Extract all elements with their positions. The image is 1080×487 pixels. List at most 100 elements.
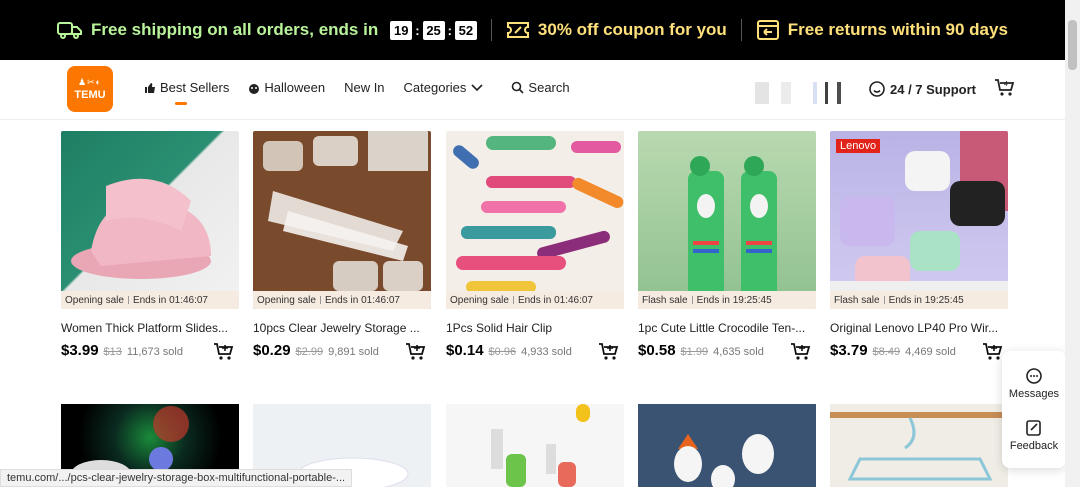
product-image[interactable]: Opening sale Ends in 01:46:07 (446, 131, 624, 309)
feedback-label: Feedback (1009, 440, 1059, 453)
add-to-cart-icon[interactable] (213, 342, 235, 362)
brand-badge: Lenovo (836, 139, 881, 153)
scrollbar-thumb[interactable] (1068, 20, 1077, 70)
sold-count: 9,891 sold (328, 346, 379, 358)
product-title[interactable]: 10pcs Clear Jewelry Storage ... (253, 321, 431, 335)
add-to-cart-icon[interactable] (790, 342, 812, 362)
sale-ends: Ends in 19:25:45 (888, 294, 964, 306)
price-row: $3.79 $8.49 4,469 sold (830, 342, 1008, 364)
original-price: $8.49 (872, 346, 901, 358)
sale-banner: Flash sale Ends in 19:25:45 (638, 291, 816, 309)
truck-icon (57, 22, 83, 39)
sale-ends: Ends in 19:25:45 (696, 294, 772, 306)
sold-count: 4,469 sold (905, 346, 956, 358)
sale-type: Opening sale (450, 294, 509, 306)
product-title[interactable]: Original Lenovo LP40 Pro Wir... (830, 321, 1008, 335)
product-image[interactable]: Flash sale Ends in 19:25:45 (638, 131, 816, 309)
logo-glyphs: ♟︎✂︎◐ (77, 77, 103, 87)
timer-hours: 19 (390, 20, 413, 40)
site-header: ♟︎✂︎◐ TEMU Best Sellers Halloween New In… (0, 60, 1065, 120)
promo-bar: Free shipping on all orders, ends in 19 … (0, 0, 1065, 60)
price-row: $0.14 $0.96 4,933 sold (446, 342, 624, 364)
promo-returns[interactable]: Free returns within 90 days (742, 19, 1022, 41)
product-card[interactable]: Opening sale Ends in 01:46:07 10pcs Clear… (253, 131, 431, 364)
product-price: $3.99 (61, 342, 99, 359)
nav-best-sellers[interactable]: Best Sellers (144, 80, 230, 105)
sale-type: Opening sale (257, 294, 316, 306)
ghost-pins-image (674, 434, 774, 487)
add-to-cart-icon[interactable] (982, 342, 1004, 362)
nav-label: Halloween (264, 80, 326, 95)
nav-new-in[interactable]: New In (344, 80, 384, 95)
price-row: $0.58 $1.99 4,635 sold (638, 342, 816, 364)
messages-label: Messages (1008, 387, 1060, 400)
temu-logo[interactable]: ♟︎✂︎◐ TEMU (67, 66, 113, 112)
page-scrollbar[interactable] (1065, 0, 1080, 487)
earbuds-image (830, 131, 1008, 309)
nav-label: Categories (403, 80, 467, 95)
coupon-text: 30% off coupon for you (537, 20, 727, 39)
product-price: $0.29 (253, 342, 291, 359)
blurred-account-area[interactable] (755, 82, 850, 104)
messages-button[interactable]: Messages (1009, 367, 1059, 400)
sale-type: Flash sale (834, 294, 880, 306)
coupon-icon (506, 22, 529, 38)
product-price: $3.79 (830, 342, 868, 359)
hanger-image (830, 412, 1008, 481)
return-box-icon (756, 20, 779, 40)
product-card[interactable]: Opening sale Ends in 01:46:07 Women Thick… (61, 131, 239, 364)
shipping-text: Free shipping on all orders, ends in (91, 20, 379, 39)
returns-text: Free returns within 90 days (787, 20, 1008, 39)
main-nav: Best Sellers Halloween New In Categories (144, 80, 570, 105)
add-to-cart-icon[interactable] (405, 342, 427, 362)
slides-image (71, 178, 211, 279)
sold-count: 4,933 sold (521, 346, 572, 358)
product-image[interactable]: Opening sale Ends in 01:46:07 (61, 131, 239, 309)
support-label: 24 / 7 Support (890, 81, 976, 97)
hair-clips-image (453, 136, 624, 293)
countdown-timer: 19 : 25 : 52 (390, 20, 477, 40)
nav-search[interactable]: Search (511, 80, 570, 95)
product-image[interactable] (830, 404, 1008, 487)
chat-bubble-icon (1026, 367, 1042, 384)
thumbs-up-icon (145, 82, 155, 93)
search-icon (512, 81, 524, 94)
nav-categories[interactable]: Categories (404, 80, 485, 95)
crocodile-pens-image (688, 156, 777, 309)
product-price: $0.58 (638, 342, 676, 359)
cart-icon: 4 (995, 79, 1015, 96)
timer-seconds: 52 (454, 20, 477, 40)
support-link[interactable]: 24 / 7 Support (869, 81, 976, 97)
sale-type: Flash sale (642, 294, 688, 306)
nav-label: Search (528, 80, 570, 95)
product-price: $0.14 (446, 342, 484, 359)
product-image[interactable]: Lenovo Flash sale Ends in 19:25:45 (830, 131, 1008, 309)
smile-icon (869, 81, 885, 97)
add-to-cart-icon[interactable] (598, 342, 620, 362)
product-image[interactable] (446, 404, 624, 487)
sale-banner: Opening sale Ends in 01:46:07 (253, 291, 431, 309)
product-title[interactable]: 1pc Cute Little Crocodile Ten-... (638, 321, 816, 335)
promo-coupon[interactable]: 30% off coupon for you (492, 20, 741, 40)
sale-banner: Opening sale Ends in 01:46:07 (61, 291, 239, 309)
product-card[interactable]: Opening sale Ends in 01:46:07 1Pcs Solid … (446, 131, 624, 364)
product-image[interactable]: Opening sale Ends in 01:46:07 (253, 131, 431, 309)
product-title[interactable]: 1Pcs Solid Hair Clip (446, 321, 624, 335)
product-card[interactable]: Flash sale Ends in 19:25:45 1pc Cute Litt… (638, 131, 816, 364)
sale-banner: Opening sale Ends in 01:46:07 (446, 291, 624, 309)
product-title[interactable]: Women Thick Platform Slides... (61, 321, 239, 335)
page: Free shipping on all orders, ends in 19 … (0, 0, 1080, 487)
nav-halloween[interactable]: Halloween (248, 80, 325, 95)
product-image[interactable] (638, 404, 816, 487)
nav-label: Best Sellers (160, 80, 230, 95)
sale-banner: Flash sale Ends in 19:25:45 (830, 291, 1008, 309)
sale-ends: Ends in 01:46:07 (324, 294, 400, 306)
timer-minutes: 25 (422, 20, 445, 40)
link-status-bar: temu.com/.../pcs-clear-jewelry-storage-b… (0, 469, 353, 487)
edit-note-icon (1026, 420, 1041, 437)
promo-shipping[interactable]: Free shipping on all orders, ends in 19 … (43, 20, 491, 40)
feedback-button[interactable]: Feedback (1010, 419, 1058, 452)
product-card[interactable]: Lenovo Flash sale Ends in 19:25:45 Origin… (830, 131, 1008, 364)
cart-button[interactable]: 4 (994, 78, 1016, 103)
floating-help-panel: Messages Feedback (1002, 351, 1066, 468)
